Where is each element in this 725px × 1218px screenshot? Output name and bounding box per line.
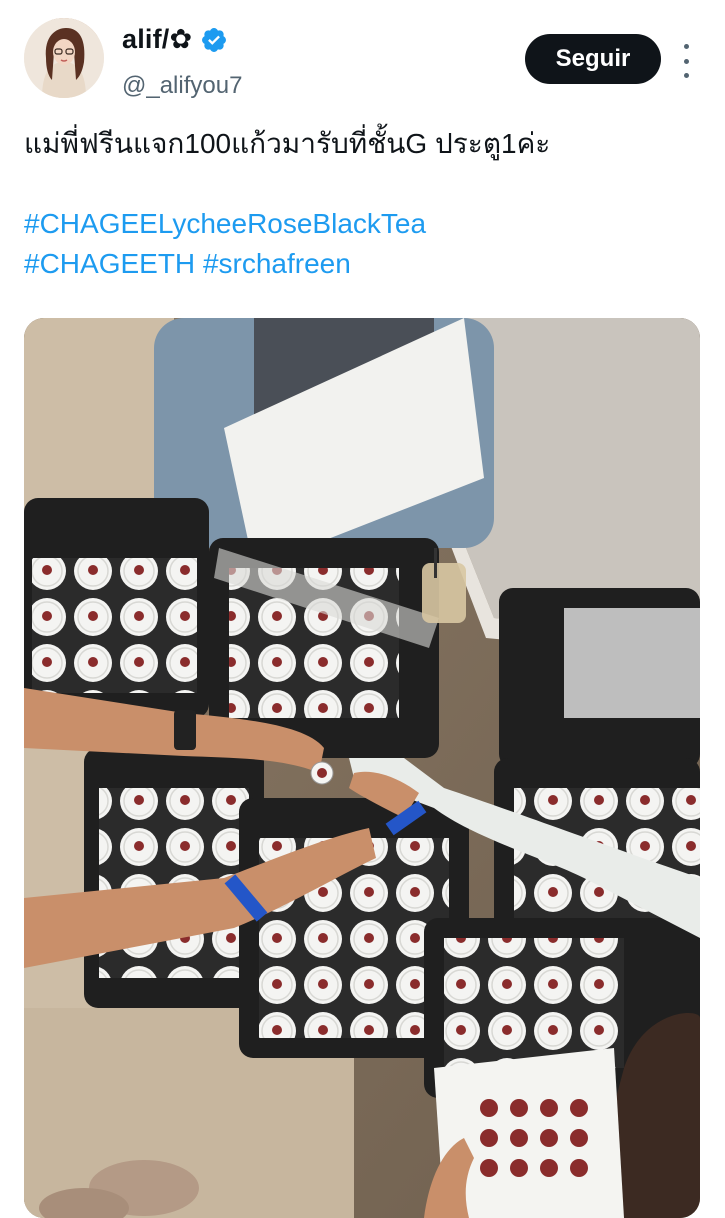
more-options-icon[interactable]	[676, 44, 696, 78]
hashtag-link[interactable]: #CHAGEETH	[24, 248, 195, 279]
avatar-image	[24, 18, 104, 98]
display-name[interactable]: alif/✿	[122, 24, 192, 55]
tweet-photo[interactable]	[24, 318, 700, 1218]
hashtags: #CHAGEELycheeRoseBlackTea #CHAGEETH #src…	[24, 204, 704, 284]
hashtag-link[interactable]: #CHAGEELycheeRoseBlackTea	[24, 208, 426, 239]
photo-illustration	[24, 318, 700, 1218]
hashtag-link[interactable]: #srchafreen	[203, 248, 351, 279]
handle[interactable]: @_alifyou7	[122, 72, 242, 100]
tweet-text: แม่พี่ฟรีนแจก100แก้วมารับที่ชั้นG ประตู1…	[24, 128, 551, 159]
tweet-header: alif/✿ @_alifyou7 Seguir	[24, 18, 704, 102]
avatar[interactable]	[24, 18, 104, 98]
verified-badge-icon	[202, 27, 227, 52]
follow-button[interactable]: Seguir	[525, 34, 661, 84]
